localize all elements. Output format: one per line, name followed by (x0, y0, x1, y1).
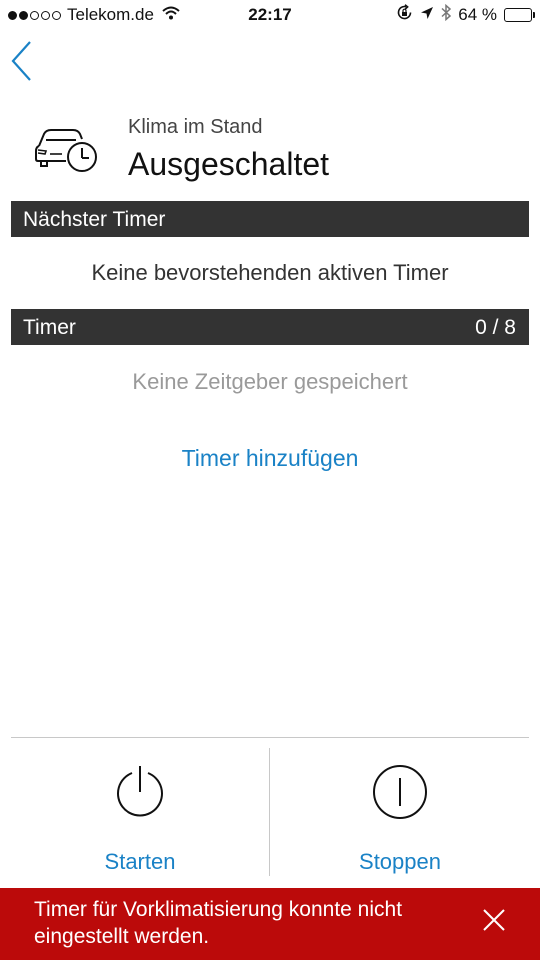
no-saved-timers-text: Keine Zeitgeber gespeichert (132, 369, 408, 394)
feature-status: Ausgeschaltet (128, 146, 330, 182)
timers-label: Timer (23, 316, 76, 339)
feature-name: Klima im Stand (128, 116, 263, 138)
actions-separator (269, 748, 270, 876)
header: Klima im Stand Ausgeschaltet (0, 108, 540, 193)
battery-icon (504, 8, 535, 22)
error-banner: Timer für Vorklimatisierung konnte nicht… (0, 888, 540, 960)
dismiss-error-button[interactable] (478, 904, 510, 936)
stop-label: Stoppen (359, 849, 441, 874)
next-timer-label: Nächster Timer (23, 208, 166, 231)
timers-header: Timer 0 / 8 (11, 309, 529, 345)
bluetooth-icon (441, 3, 452, 26)
car-timer-icon (32, 122, 102, 177)
close-icon (483, 909, 505, 931)
status-bar-right: 64 % (396, 3, 535, 26)
add-timer-link[interactable]: Timer hinzufügen (0, 445, 540, 472)
error-message: Timer für Vorklimatisierung konnte nicht… (34, 898, 403, 948)
battery-percent: 64 % (458, 5, 497, 24)
start-label: Starten (104, 849, 176, 874)
location-arrow-icon (420, 5, 434, 25)
power-on-icon (117, 766, 163, 817)
timer-count: 0 / 8 (475, 316, 516, 339)
chevron-left-icon (11, 41, 31, 81)
next-timer-header: Nächster Timer (11, 201, 529, 237)
back-button[interactable] (8, 38, 38, 84)
no-upcoming-timer-text: Keine bevorstehenden aktiven Timer (91, 260, 449, 285)
actions-divider (11, 737, 529, 738)
stop-button[interactable]: Stoppen (271, 748, 529, 883)
rotation-lock-icon (396, 4, 413, 26)
start-button[interactable]: Starten (11, 748, 269, 883)
status-bar: Telekom.de 22:17 64 % (0, 0, 540, 30)
power-off-icon (373, 765, 427, 819)
